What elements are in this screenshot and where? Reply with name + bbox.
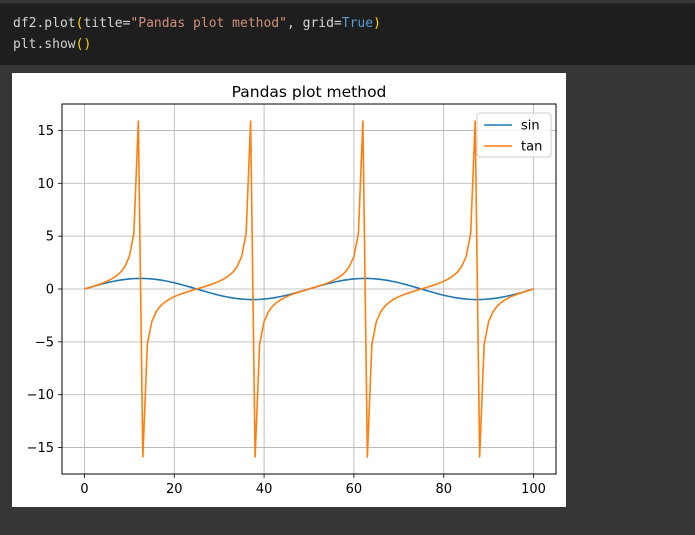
y-tick-label: −5 [35,335,54,350]
y-tick-label: 15 [37,124,54,139]
code-line-show[interactable]: plt.show() [13,36,91,54]
x-tick-label: 20 [166,482,183,497]
chart-title: Pandas plot method [232,83,387,101]
y-tick-label: −10 [27,388,54,403]
y-tick-label: 5 [46,230,54,245]
cell-output: 0 20 40 60 80 100 −15 −10 −5 0 5 10 15 Pandas plot m… [12,73,566,507]
y-tick-label: 10 [37,177,54,192]
legend-label-sin: sin [521,119,540,134]
code-arg-name: title= [83,16,131,31]
code-line-plot[interactable]: df2.plot(title="Pandas plot method", gri… [13,15,381,33]
x-tick-label: 40 [256,482,273,497]
code-fn: plt.show [13,37,76,52]
code-string-literal: "Pandas plot method" [130,16,287,31]
code-keyword-true: True [341,16,374,31]
legend-label-tan: tan [521,140,542,155]
x-tick-label: 0 [80,482,88,497]
x-tick-label: 80 [435,482,452,497]
code-cell[interactable]: df2.plot(title="Pandas plot method", gri… [0,3,695,65]
legend: sin tan [476,112,552,158]
y-tick-label: −15 [27,441,54,456]
y-tick-label: 0 [46,283,54,298]
line-chart: 0 20 40 60 80 100 −15 −10 −5 0 5 10 15 Pandas plot m… [27,83,557,497]
code-separator: , [286,16,303,31]
ticks: 0 20 40 60 80 100 −15 −10 −5 0 5 10 15 [27,124,546,497]
code-fn: df2.plot [13,16,76,31]
code-paren: () [75,37,92,52]
code-arg-name: grid= [302,16,342,31]
x-tick-label: 60 [346,482,363,497]
x-tick-label: 100 [521,482,546,497]
code-paren: ) [373,16,381,31]
